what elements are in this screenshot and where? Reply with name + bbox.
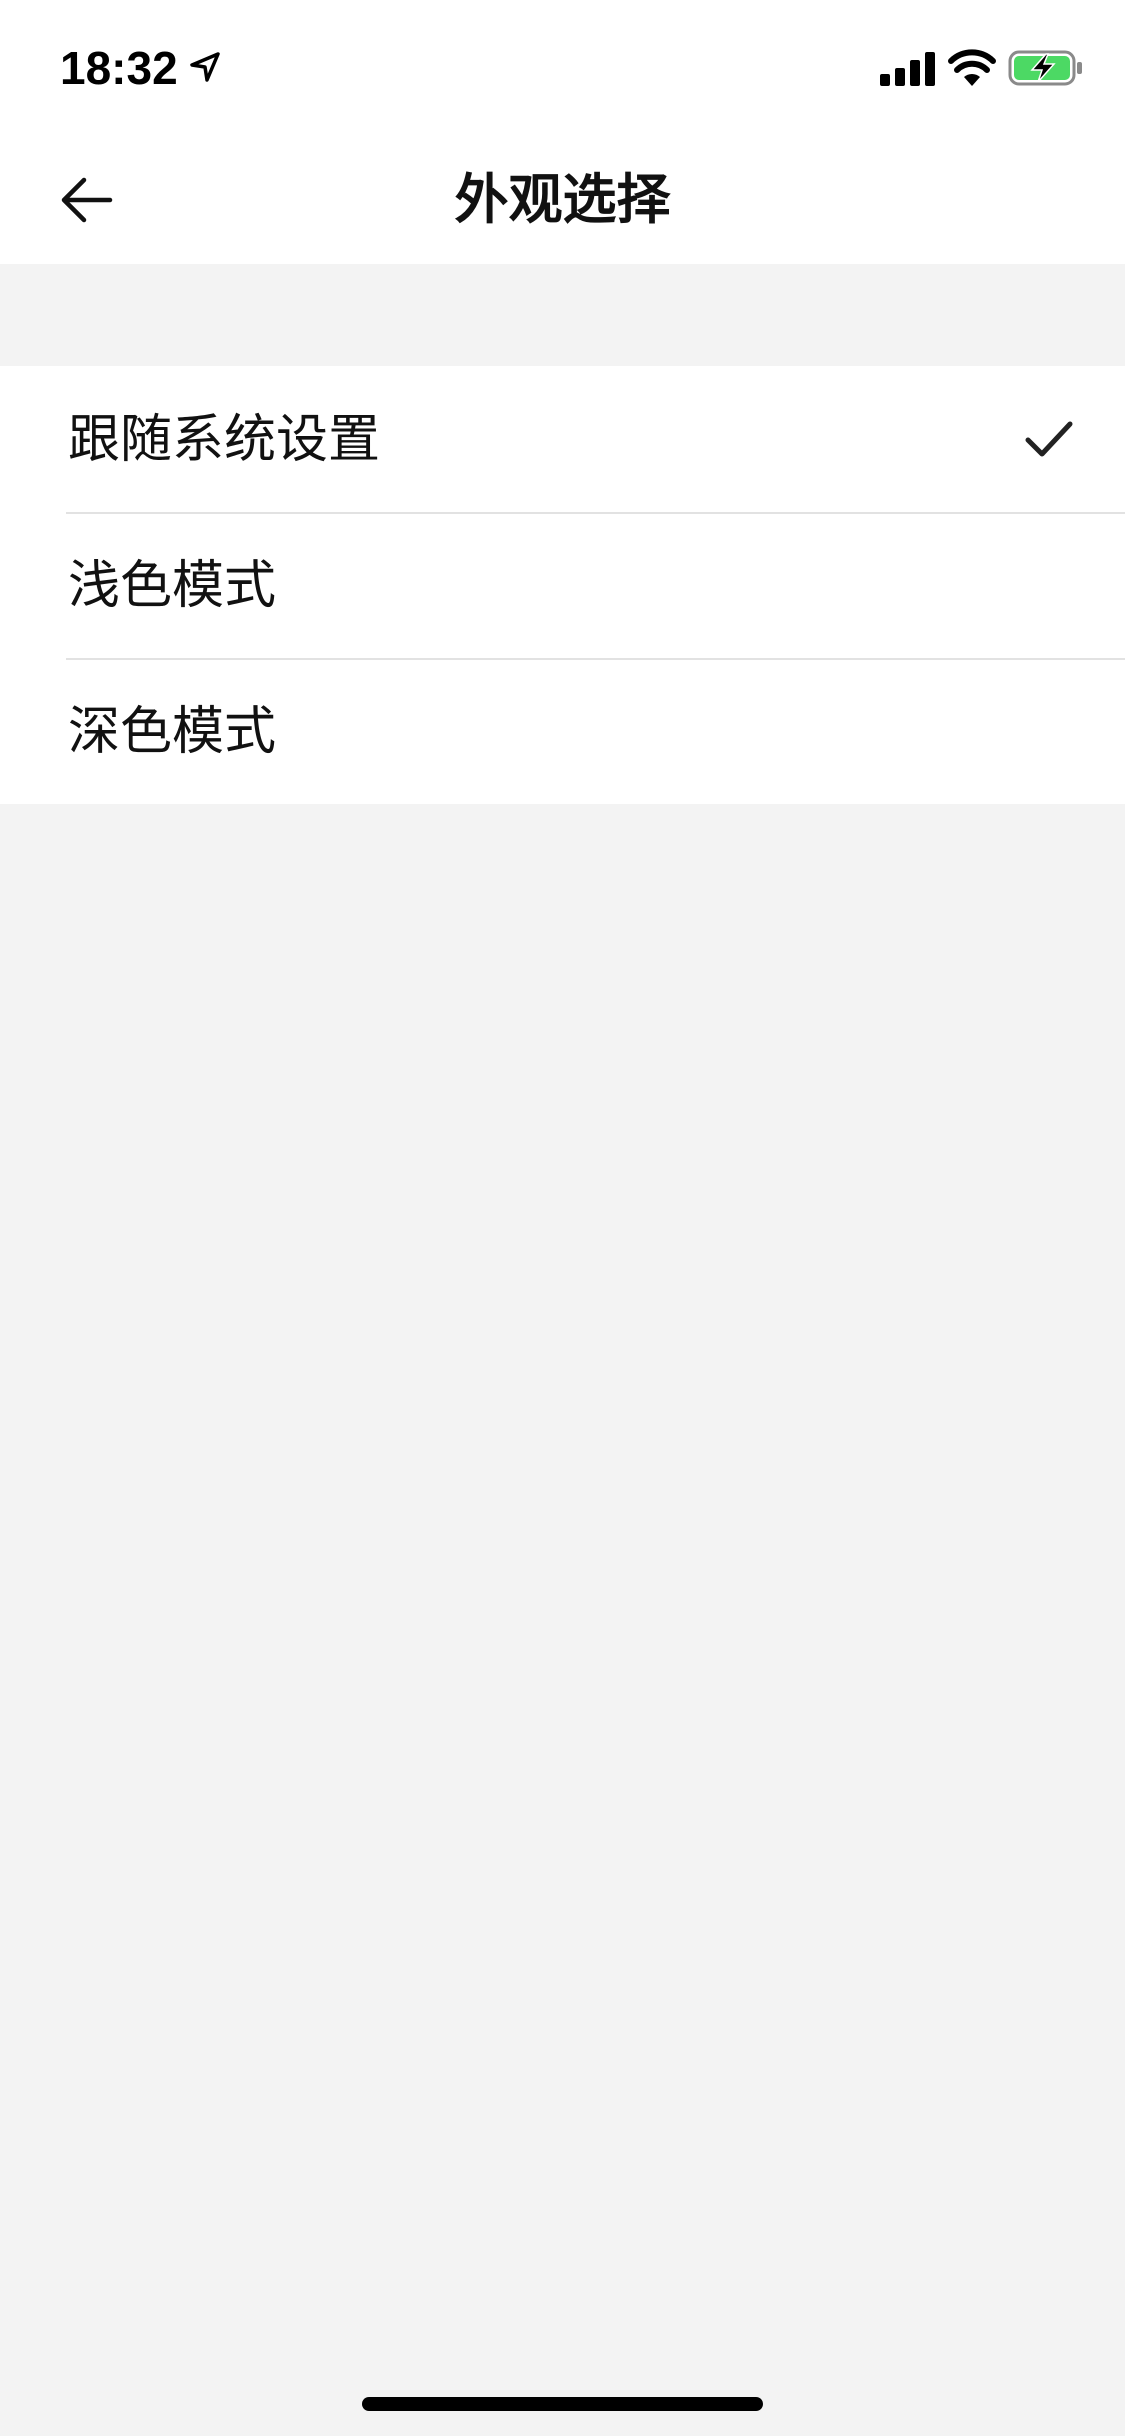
status-time: 18:32	[60, 42, 178, 94]
status-bar: 18:32	[0, 0, 1125, 132]
option-follow-system[interactable]: 跟随系统设置	[0, 366, 1125, 512]
option-label: 深色模式	[68, 702, 277, 762]
checkmark-icon	[1025, 421, 1073, 457]
battery-charging-icon	[1008, 50, 1082, 86]
option-light-mode[interactable]: 浅色模式	[0, 512, 1125, 658]
page-title: 外观选择	[454, 168, 671, 231]
option-label: 浅色模式	[68, 556, 277, 616]
row-divider	[66, 512, 1125, 514]
location-arrow-icon	[190, 52, 220, 82]
row-divider	[66, 658, 1125, 660]
option-dark-mode[interactable]: 深色模式	[0, 658, 1125, 804]
cellular-signal-icon	[880, 52, 935, 86]
wifi-icon	[948, 49, 996, 86]
appearance-options-list: 跟随系统设置 浅色模式 深色模式	[0, 366, 1125, 804]
home-indicator	[362, 2397, 763, 2411]
nav-bar: 外观选择	[0, 132, 1125, 264]
option-label: 跟随系统设置	[68, 410, 381, 470]
